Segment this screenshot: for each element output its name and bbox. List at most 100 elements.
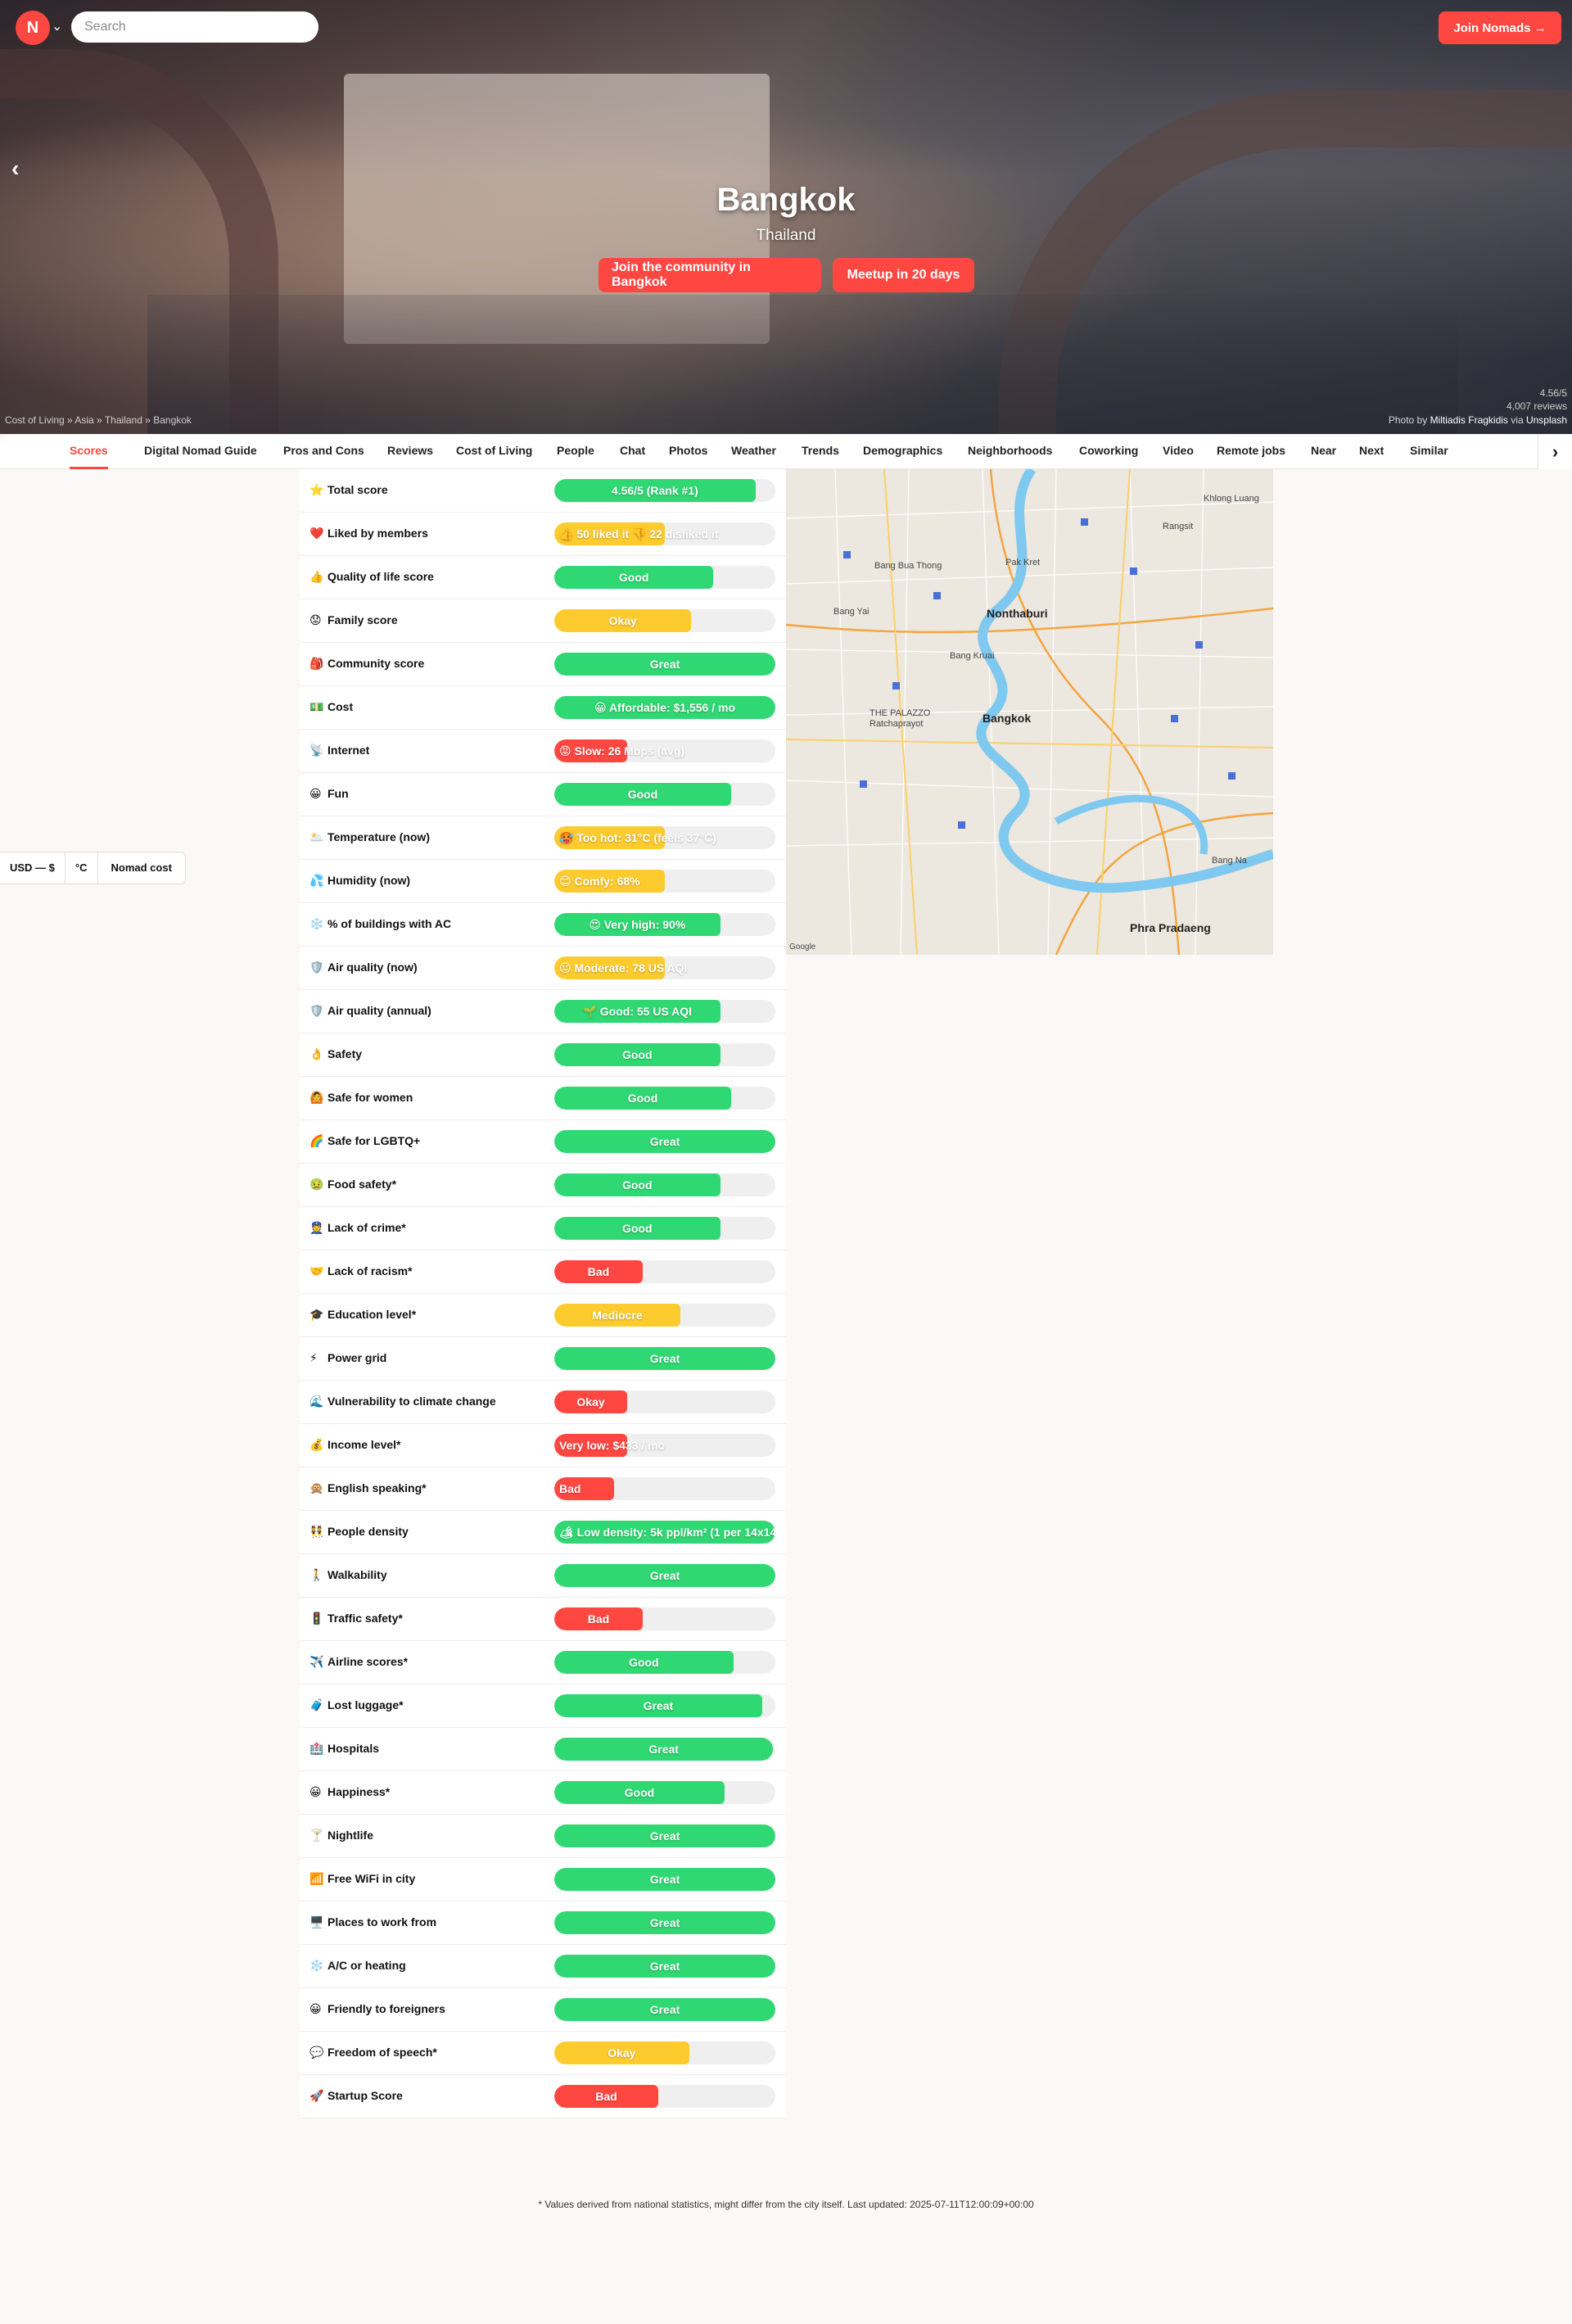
- meetup-button[interactable]: Meetup in 20 days: [833, 258, 974, 292]
- tab-digital-nomad-guide[interactable]: Digital Nomad Guide: [144, 434, 257, 469]
- score-value: Very low: $433 / mo: [559, 1439, 666, 1452]
- tab-weather[interactable]: Weather: [731, 434, 776, 469]
- join-nomads-button[interactable]: Join Nomads →: [1439, 11, 1561, 44]
- tab-people[interactable]: People: [557, 434, 594, 469]
- score-row[interactable]: 💦 Humidity (now) 😊 Comfy: 68%: [300, 860, 786, 903]
- score-row[interactable]: 💵 Cost 😀 Affordable: $1,556 / mo: [300, 686, 786, 730]
- reviews-count[interactable]: 4,007 reviews: [1506, 400, 1567, 413]
- nomad-cost-toggle[interactable]: Nomad cost: [98, 852, 185, 884]
- score-label: ❄️ A/C or heating: [309, 1945, 406, 1986]
- country-name[interactable]: Thailand: [0, 227, 1572, 245]
- tab-near[interactable]: Near: [1311, 434, 1336, 469]
- temperature-toggle[interactable]: °C: [66, 852, 98, 884]
- tab-cost-of-living[interactable]: Cost of Living: [456, 434, 532, 469]
- currency-toggle[interactable]: USD — $: [0, 852, 66, 884]
- score-bar: Great: [554, 1738, 775, 1761]
- score-row[interactable]: 😟 Family score Okay: [300, 599, 786, 643]
- tab-similar[interactable]: Similar: [1410, 434, 1448, 469]
- score-emoji-icon: 👮: [309, 1221, 324, 1234]
- score-row[interactable]: 🙆 Safe for women Good: [300, 1077, 786, 1120]
- score-row[interactable]: ⭐ Total score 4.56/5 (Rank #1): [300, 469, 786, 513]
- score-row[interactable]: ⚡ Power grid Great: [300, 1337, 786, 1381]
- score-label-text: Fun: [328, 787, 349, 800]
- score-row[interactable]: 🌈 Safe for LGBTQ+ Great: [300, 1120, 786, 1164]
- score-row[interactable]: 👮 Lack of crime* Good: [300, 1207, 786, 1250]
- score-row[interactable]: 😀 Happiness* Good: [300, 1771, 786, 1815]
- score-label: 🚶 Walkability: [309, 1554, 387, 1595]
- score-row[interactable]: 🧳 Lost luggage* Great: [300, 1684, 786, 1728]
- score-label: 📶 Free WiFi in city: [309, 1858, 415, 1899]
- tab-pros-and-cons[interactable]: Pros and Cons: [283, 434, 364, 469]
- score-row[interactable]: 💬 Freedom of speech* Okay: [300, 2032, 786, 2075]
- score-row[interactable]: 📡 Internet 😡 Slow: 26 Mbps (avg): [300, 730, 786, 773]
- score-bar: Great: [554, 1998, 775, 2021]
- score-row[interactable]: 🖥️ Places to work from Great: [300, 1901, 786, 1945]
- tab-scores[interactable]: Scores: [70, 434, 108, 469]
- tab-remote-jobs[interactable]: Remote jobs: [1217, 434, 1285, 469]
- score-value: 🏕 Low density: 5k ppl/km² (1 per 14x14m): [559, 1526, 775, 1539]
- score-row[interactable]: 🚀 Startup Score Bad: [300, 2075, 786, 2118]
- nomadlist-logo-icon[interactable]: N: [16, 11, 50, 45]
- credit-author[interactable]: Miltiadis Fragkidis: [1430, 414, 1508, 426]
- score-row[interactable]: 👯 People density 🏕 Low density: 5k ppl/km²…: [300, 1511, 786, 1554]
- search-input[interactable]: [71, 11, 318, 43]
- score-row[interactable]: 🎓 Education level* Mediocre: [300, 1294, 786, 1337]
- tab-demographics[interactable]: Demographics: [863, 434, 942, 469]
- unit-switcher: USD — $ °C Nomad cost: [0, 852, 186, 884]
- score-row[interactable]: ❤️ Liked by members 👍 50 liked it 👎 22 dis…: [300, 513, 786, 556]
- score-bar: 🥵 Too hot: 31°C (feels 37°C): [554, 826, 775, 849]
- score-row[interactable]: 🙊 English speaking* Bad: [300, 1467, 786, 1511]
- chevron-down-icon[interactable]: ⌄: [52, 18, 62, 34]
- score-row[interactable]: 💰 Income level* Very low: $433 / mo: [300, 1424, 786, 1467]
- score-label: 🤝 Lack of racism*: [309, 1250, 413, 1291]
- score-emoji-icon: 🌈: [309, 1134, 324, 1147]
- score-row[interactable]: 👍 Quality of life score Good: [300, 556, 786, 599]
- score-row[interactable]: 🌊 Vulnerability to climate change Okay: [300, 1381, 786, 1424]
- score-row[interactable]: 😀 Friendly to foreigners Great: [300, 1988, 786, 2032]
- score-value: 🥵 Too hot: 31°C (feels 37°C): [559, 831, 716, 844]
- score-label: 🚦 Traffic safety*: [309, 1598, 403, 1639]
- join-community-button[interactable]: Join the community in Bangkok: [599, 258, 821, 292]
- score-row[interactable]: 🏥 Hospitals Great: [300, 1728, 786, 1771]
- tab-chat[interactable]: Chat: [620, 434, 645, 469]
- tab-coworking[interactable]: Coworking: [1079, 434, 1138, 469]
- score-label-text: Startup Score: [328, 2089, 403, 2102]
- score-emoji-icon: 🙊: [309, 1481, 324, 1494]
- score-value: Great: [649, 1873, 680, 1886]
- score-emoji-icon: 🛡️: [309, 1004, 324, 1017]
- score-label-text: Cost: [328, 700, 354, 713]
- score-row[interactable]: 🍸 Nightlife Great: [300, 1815, 786, 1858]
- score-row[interactable]: 🌥️ Temperature (now) 🥵 Too hot: 31°C (feel…: [300, 816, 786, 860]
- map-label: Bang Yai: [833, 607, 870, 617]
- score-row[interactable]: ❄️ % of buildings with AC 😍 Very high: 90%: [300, 903, 786, 947]
- tab-trends[interactable]: Trends: [802, 434, 839, 469]
- score-row[interactable]: ❄️ A/C or heating Great: [300, 1945, 786, 1988]
- score-row[interactable]: 🛡️ Air quality (now) 😐 Moderate: 78 US AQI: [300, 947, 786, 990]
- score-row[interactable]: 📶 Free WiFi in city Great: [300, 1858, 786, 1901]
- score-row[interactable]: 🚦 Traffic safety* Bad: [300, 1598, 786, 1641]
- tab-next[interactable]: Next: [1359, 434, 1384, 469]
- score-label-text: Safe for LGBTQ+: [328, 1134, 421, 1147]
- score-bar: 🌱 Good: 55 US AQI: [554, 1000, 775, 1023]
- tab-reviews[interactable]: Reviews: [387, 434, 433, 469]
- score-row[interactable]: 🤢 Food safety* Good: [300, 1164, 786, 1207]
- score-row[interactable]: 🎒 Community score Great: [300, 643, 786, 686]
- credit-source[interactable]: Unsplash: [1526, 414, 1567, 426]
- score-row[interactable]: 👌 Safety Good: [300, 1033, 786, 1077]
- breadcrumb[interactable]: Cost of Living » Asia » Thailand » Bangk…: [5, 414, 192, 426]
- score-row[interactable]: 😀 Fun Good: [300, 773, 786, 816]
- score-label: 😟 Family score: [309, 599, 398, 640]
- score-row[interactable]: ✈️ Airline scores* Good: [300, 1641, 786, 1684]
- city-map[interactable]: Bang Bua Thong Pak Kret Nonthaburi Bang …: [786, 469, 1273, 955]
- score-row[interactable]: 🚶 Walkability Great: [300, 1554, 786, 1598]
- score-bar: Great: [554, 1130, 775, 1153]
- tab-photos[interactable]: Photos: [669, 434, 707, 469]
- tabs-scroll-right-icon[interactable]: ›: [1538, 434, 1572, 469]
- tab-video[interactable]: Video: [1163, 434, 1194, 469]
- tab-neighborhoods[interactable]: Neighborhoods: [968, 434, 1052, 469]
- back-arrow-icon[interactable]: ‹: [11, 156, 19, 182]
- section-tabs: › Scores Digital Nomad Guide Pros and Cons…: [0, 434, 1572, 469]
- score-row[interactable]: 🤝 Lack of racism* Bad: [300, 1250, 786, 1294]
- score-row[interactable]: 🛡️ Air quality (annual) 🌱 Good: 55 US AQI: [300, 990, 786, 1033]
- score-label: 🏥 Hospitals: [309, 1728, 379, 1769]
